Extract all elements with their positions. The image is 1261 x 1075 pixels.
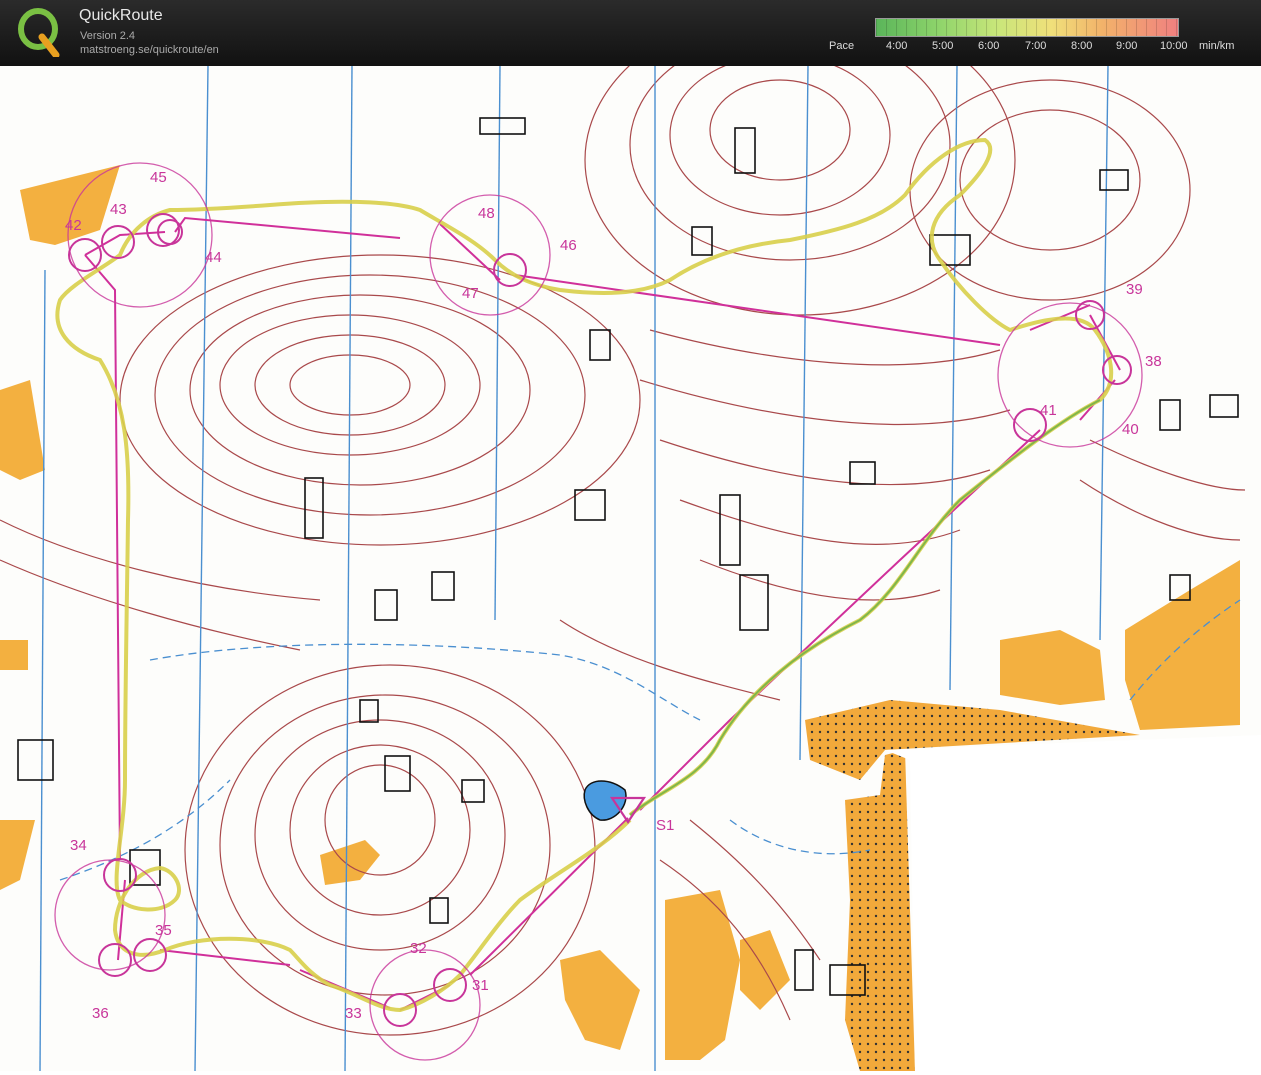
control-label: 32 — [410, 940, 427, 957]
pace-color-bar — [875, 18, 1179, 37]
control-label: 31 — [472, 977, 489, 994]
pace-tick: 6:00 — [978, 40, 1000, 52]
app-url[interactable]: matstroeng.se/quickroute/en — [80, 44, 219, 56]
unmapped-area — [885, 735, 1261, 1071]
pace-tick: 4:00 — [886, 40, 908, 52]
pace-tick: 9:00 — [1116, 40, 1138, 52]
control-label: 33 — [345, 1005, 362, 1022]
pace-unit: min/km — [1199, 40, 1235, 52]
pace-tick: 10:00 — [1160, 40, 1188, 52]
control-label: 34 — [70, 837, 87, 854]
control-label: 46 — [560, 237, 577, 254]
control-label: S1 — [656, 817, 674, 834]
orienteering-map[interactable]: 45 43 42 44 48 46 47 39 38 41 40 S1 34 3… — [0, 4, 1261, 1072]
pace-tick: 5:00 — [932, 40, 954, 52]
app-header: QuickRoute Version 2.4 matstroeng.se/qui… — [0, 0, 1261, 66]
app-version: Version 2.4 — [80, 30, 136, 42]
control-label: 45 — [150, 169, 167, 186]
control-label: 35 — [155, 922, 172, 939]
pace-tick: 8:00 — [1071, 40, 1093, 52]
control-label: 44 — [205, 249, 222, 266]
pace-tick: 7:00 — [1025, 40, 1047, 52]
control-label: 42 — [65, 217, 82, 234]
quickroute-logo-icon — [18, 8, 60, 57]
control-label: 38 — [1145, 353, 1162, 370]
control-label: 41 — [1040, 402, 1057, 419]
control-label: 40 — [1122, 421, 1139, 438]
pace-label: Pace — [829, 40, 855, 52]
control-label: 43 — [110, 201, 127, 218]
control-label: 48 — [478, 205, 495, 222]
app-title: QuickRoute — [79, 7, 163, 24]
control-label: 39 — [1126, 281, 1143, 298]
map-canvas[interactable]: 45 43 42 44 48 46 47 39 38 41 40 S1 34 3… — [0, 4, 1261, 1072]
control-label: 47 — [462, 285, 479, 302]
control-label: 36 — [92, 1005, 109, 1022]
pond — [583, 780, 627, 821]
